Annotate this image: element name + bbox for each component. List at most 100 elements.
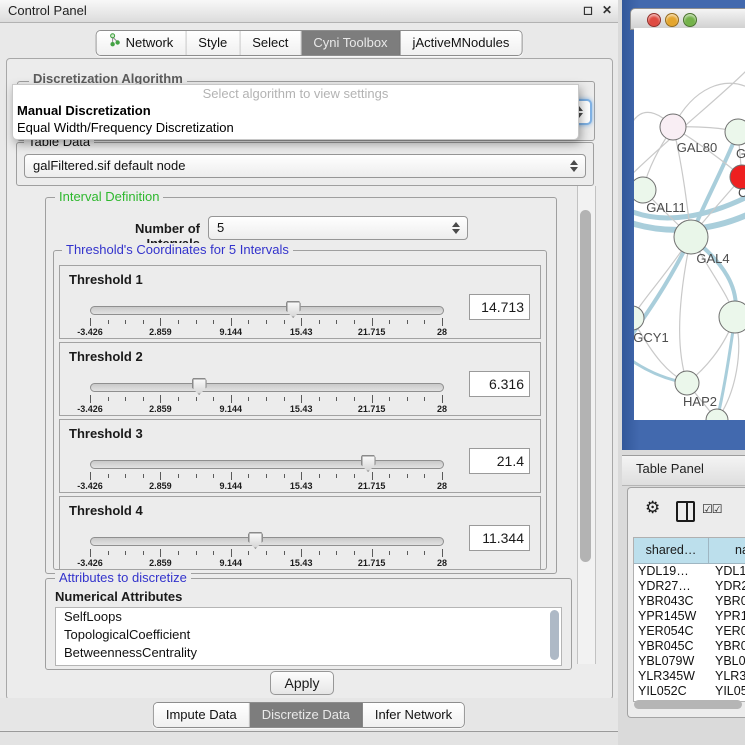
table-data-combo[interactable]: galFiltered.sif default node — [24, 154, 586, 178]
algorithm-option[interactable]: Equal Width/Frequency Discretization — [13, 119, 578, 136]
tick-mark — [178, 551, 179, 555]
tick-label: 2.859 — [149, 481, 172, 491]
network-window-titlebar[interactable] — [630, 8, 745, 30]
table-panel-title: Table Panel — [636, 461, 704, 476]
zoom-traffic-light-icon[interactable] — [683, 13, 697, 27]
tick-mark — [125, 551, 126, 555]
tick-mark — [284, 551, 285, 555]
close-window-icon[interactable]: ✕ — [602, 3, 612, 17]
column-header-name[interactable]: na… — [709, 538, 745, 563]
table-row[interactable]: YLR345WYLR34… — [634, 669, 745, 684]
cell-shared-name: YER054C — [634, 624, 708, 639]
tick-label: 28 — [437, 327, 447, 337]
threshold-slider[interactable]: -3.4262.8599.14415.4321.71528 — [90, 379, 442, 413]
tick-label: -3.426 — [77, 404, 103, 414]
network-view-window: GAL80GACGAL11GAL4GCY1HHAP2 — [622, 0, 745, 450]
threshold-value-field[interactable]: 11.344 — [469, 525, 530, 551]
tick-mark — [143, 320, 144, 324]
tick-mark — [407, 320, 408, 324]
close-traffic-light-icon[interactable] — [647, 13, 661, 27]
split-panel-icon[interactable] — [676, 501, 695, 522]
tab-impute-data[interactable]: Impute Data — [154, 703, 250, 727]
numerical-attributes-label: Numerical Attributes — [55, 589, 182, 604]
tab-label: Style — [198, 31, 227, 55]
float-window-icon[interactable]: ◻ — [583, 3, 593, 17]
threshold-value-field[interactable]: 21.4 — [469, 448, 530, 474]
threshold-value-field[interactable]: 14.713 — [469, 294, 530, 320]
slider-thumb[interactable] — [286, 301, 301, 318]
tick-mark — [160, 395, 161, 403]
slider-thumb[interactable] — [192, 378, 207, 395]
tab-cyni-toolbox[interactable]: Cyni Toolbox — [301, 31, 400, 55]
table-row[interactable]: YDR27…YDR27… — [634, 579, 745, 594]
algorithm-option[interactable]: Manual Discretization — [13, 102, 578, 119]
slider-thumb[interactable] — [361, 455, 376, 472]
tick-label: 28 — [437, 558, 447, 568]
attribute-item[interactable]: BetweennessCentrality — [56, 644, 561, 662]
tick-mark — [90, 395, 91, 403]
tick-mark — [336, 320, 337, 324]
network-node-gal80[interactable] — [660, 114, 686, 140]
slider-thumb[interactable] — [248, 532, 263, 549]
slider-track[interactable] — [90, 306, 444, 315]
network-node-gcy1[interactable] — [634, 306, 644, 330]
tab-discretize-data[interactable]: Discretize Data — [250, 703, 363, 727]
slider-ticks — [90, 549, 442, 558]
checkboxes-icon[interactable]: ☑☑ — [702, 502, 722, 516]
gear-icon[interactable]: ⚙ — [645, 498, 660, 518]
cell-name: YBR04… — [708, 594, 745, 609]
number-of-intervals-combo[interactable]: 5 — [208, 216, 468, 240]
threshold-slider[interactable]: -3.4262.8599.14415.4321.71528 — [90, 533, 442, 567]
tick-mark — [90, 549, 91, 557]
tab-select[interactable]: Select — [240, 31, 301, 55]
tab-label: Select — [252, 31, 288, 55]
network-nodes — [634, 114, 745, 420]
table-rows: YDL19…YDL19…YDR27…YDR27…YBR043CYBR04…YPR… — [634, 564, 745, 699]
slider-track[interactable] — [90, 460, 444, 469]
tick-mark — [389, 320, 390, 324]
attribute-item[interactable]: SelfLoops — [56, 608, 561, 626]
attributes-scrollbar-thumb[interactable] — [550, 610, 559, 660]
minimize-traffic-light-icon[interactable] — [665, 13, 679, 27]
tab-style[interactable]: Style — [186, 31, 240, 55]
tab-network[interactable]: Network — [97, 31, 187, 55]
tick-mark — [442, 318, 443, 326]
table-row[interactable]: YER054CYER05… — [634, 624, 745, 639]
tick-mark — [319, 320, 320, 324]
attribute-item[interactable]: TopologicalCoefficient — [56, 626, 561, 644]
slider-ticks — [90, 318, 442, 327]
tick-mark — [266, 551, 267, 555]
table-row[interactable]: YPR145WYPR14… — [634, 609, 745, 624]
table-row[interactable]: YIL052CYIL05… — [634, 684, 745, 699]
table-hscrollbar-thumb[interactable] — [634, 700, 742, 709]
table-row[interactable]: YBR043CYBR04… — [634, 594, 745, 609]
threshold-value-field[interactable]: 6.316 — [469, 371, 530, 397]
threshold-list: Threshold 1 -3.4262.8599.14415.4321.7152… — [54, 251, 546, 570]
threshold-slider[interactable]: -3.4262.8599.14415.4321.71528 — [90, 456, 442, 490]
tick-mark — [108, 474, 109, 478]
network-node-ga[interactable] — [725, 119, 745, 145]
tab-infer-network[interactable]: Infer Network — [363, 703, 464, 727]
slider-track[interactable] — [90, 383, 444, 392]
tick-mark — [442, 472, 443, 480]
tick-mark — [301, 472, 302, 480]
slider-track[interactable] — [90, 537, 444, 546]
node-table[interactable]: shared… na… YDL19…YDL19…YDR27…YDR27…YBR0… — [633, 537, 745, 702]
table-row[interactable]: YBL079WYBL07… — [634, 654, 745, 669]
network-node-h[interactable] — [719, 301, 745, 333]
network-canvas[interactable]: GAL80GACGAL11GAL4GCY1HHAP2 — [634, 28, 745, 420]
apply-button[interactable]: Apply — [270, 671, 334, 695]
table-row[interactable]: YDL19…YDL19… — [634, 564, 745, 579]
threshold-slider[interactable]: -3.4262.8599.14415.4321.71528 — [90, 302, 442, 336]
settings-scrollbar-thumb[interactable] — [580, 210, 591, 562]
table-row[interactable]: YBR045CYBR04… — [634, 639, 745, 654]
tick-mark — [354, 474, 355, 478]
column-header-shared-name[interactable]: shared… — [634, 538, 709, 563]
combo-arrows-icon — [452, 222, 460, 234]
network-node-hap2[interactable] — [675, 371, 699, 395]
tick-mark — [143, 474, 144, 478]
tab-jactivemnodules[interactable]: jActiveMNodules — [401, 31, 522, 55]
numerical-attributes-list[interactable]: SelfLoopsTopologicalCoefficientBetweenne… — [55, 607, 562, 666]
tick-mark — [407, 397, 408, 401]
network-node-gal4[interactable] — [674, 220, 708, 254]
